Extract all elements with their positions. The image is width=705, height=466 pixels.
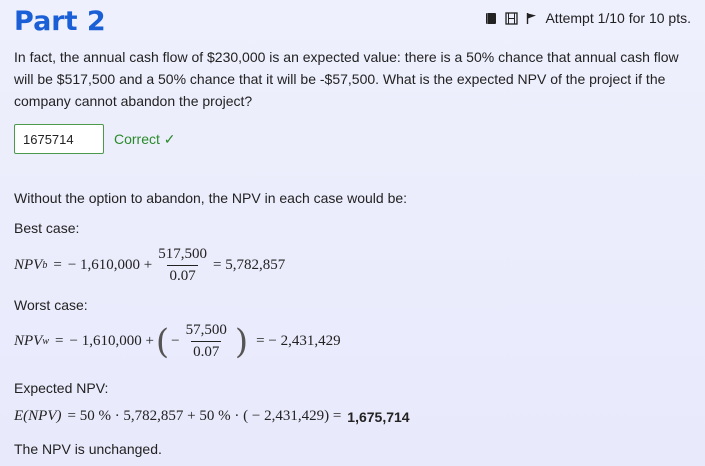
worst-case-label: Worst case: <box>14 297 88 313</box>
npv-symbol: NPV <box>14 333 43 349</box>
expected-npv-label: Expected NPV: <box>14 380 109 396</box>
best-case-label: Best case: <box>14 220 80 236</box>
best-result: = 5,782,857 <box>212 257 286 273</box>
worst-result: = − 2,431,429 <box>256 333 341 349</box>
right-paren: ) <box>234 321 249 362</box>
best-term1: − 1,610,000 + <box>67 257 153 273</box>
npv-subscript: b <box>42 260 48 271</box>
worst-fraction: 57,500 0.07 <box>184 322 229 361</box>
expected-result: 1,675,714 <box>347 408 410 425</box>
answer-row: 1675714 Correct ✓ <box>14 124 176 154</box>
worst-minus: − <box>171 333 180 349</box>
answer-input[interactable]: 1675714 <box>14 124 104 154</box>
flag-icon[interactable] <box>526 12 537 25</box>
equals-sign: = <box>55 333 64 349</box>
best-denominator: 0.07 <box>167 265 198 285</box>
question-text: In fact, the annual cash flow of $230,00… <box>14 49 679 109</box>
correct-status: Correct ✓ <box>114 130 176 147</box>
attempt-info: Attempt 1/10 for 10 pts. <box>545 10 691 26</box>
solution-intro: Without the option to abandon, the NPV i… <box>14 190 408 206</box>
expected-rhs: = 50 % · 5,782,857 + 50 % · ( − 2,431,42… <box>67 408 342 424</box>
part-title: Part 2 <box>14 6 106 37</box>
left-paren: ( <box>155 321 170 362</box>
worst-term1: − 1,610,000 + <box>69 333 154 349</box>
conclusion-text: The NPV is unchanged. <box>14 441 162 457</box>
worst-numerator: 57,500 <box>185 322 227 338</box>
npv-subscript: w <box>42 336 50 347</box>
equals-sign: = <box>53 257 62 273</box>
top-toolbar: Attempt 1/10 for 10 pts. <box>485 10 691 26</box>
film-icon[interactable] <box>505 11 519 25</box>
expected-lhs: E(NPV) <box>14 408 62 424</box>
best-fraction: 517,500 0.07 <box>156 246 209 285</box>
notebook-icon[interactable] <box>485 12 497 25</box>
worst-case-equation: NPV w = − 1,610,000 + ( − 57,500 0.07 ) =… <box>14 322 341 361</box>
best-case-equation: NPV b = − 1,610,000 + 517,500 0.07 = 5,78… <box>14 246 285 285</box>
expected-npv-equation: E(NPV) = 50 % · 5,782,857 + 50 % · ( − 2… <box>14 408 410 425</box>
npv-symbol: NPV <box>14 257 43 273</box>
worst-denominator: 0.07 <box>191 341 222 361</box>
best-numerator: 517,500 <box>158 246 207 262</box>
